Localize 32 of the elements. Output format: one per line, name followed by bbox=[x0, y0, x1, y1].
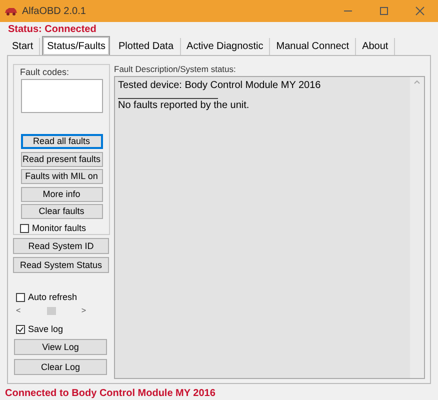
description-line: Tested device: Body Control Module MY 2016 bbox=[118, 79, 321, 92]
system-button[interactable]: Read System Status bbox=[13, 257, 109, 273]
log-button[interactable]: View Log bbox=[14, 339, 107, 355]
fault-button[interactable]: Faults with MIL on bbox=[20, 169, 102, 184]
fault-codes-label: Fault codes: bbox=[20, 66, 70, 78]
system-button[interactable]: Read System ID bbox=[13, 238, 109, 254]
checkbox-label: Monitor faults bbox=[32, 223, 86, 234]
tab[interactable]: Status/Faults bbox=[42, 36, 110, 55]
close-icon[interactable] bbox=[415, 6, 425, 16]
fault-button[interactable]: Read all faults bbox=[20, 134, 102, 150]
car-icon bbox=[4, 6, 18, 16]
description-label: Fault Description/System status: bbox=[114, 64, 236, 75]
checkbox-label: Auto refresh bbox=[28, 292, 78, 303]
checkbox[interactable] bbox=[20, 224, 29, 233]
maximize-icon[interactable] bbox=[379, 6, 389, 16]
scrollbar[interactable] bbox=[410, 77, 424, 378]
log-button[interactable]: Clear Log bbox=[14, 359, 107, 375]
scroll-left-arrow[interactable]: < bbox=[16, 306, 21, 316]
fault-button[interactable]: More info bbox=[20, 186, 102, 202]
checkbox[interactable] bbox=[16, 293, 25, 302]
status-text: Status: Connected bbox=[7, 24, 96, 36]
scroll-up-icon[interactable] bbox=[414, 80, 420, 84]
window-title: AlfaOBD 2.0.1 bbox=[22, 4, 86, 18]
slider-thumb[interactable] bbox=[46, 307, 56, 315]
checkbox[interactable] bbox=[16, 325, 25, 334]
checkbox-label: Save log bbox=[28, 324, 64, 335]
description-line: No faults reported by the unit. bbox=[118, 99, 250, 112]
scroll-right-arrow[interactable]: > bbox=[81, 306, 86, 316]
status-bar-text: Connected to Body Control Module MY 2016 bbox=[4, 388, 216, 400]
fault-button[interactable]: Read present faults bbox=[20, 152, 102, 167]
fault-button[interactable]: Clear faults bbox=[20, 204, 102, 220]
fault-codes-list[interactable] bbox=[20, 79, 102, 114]
